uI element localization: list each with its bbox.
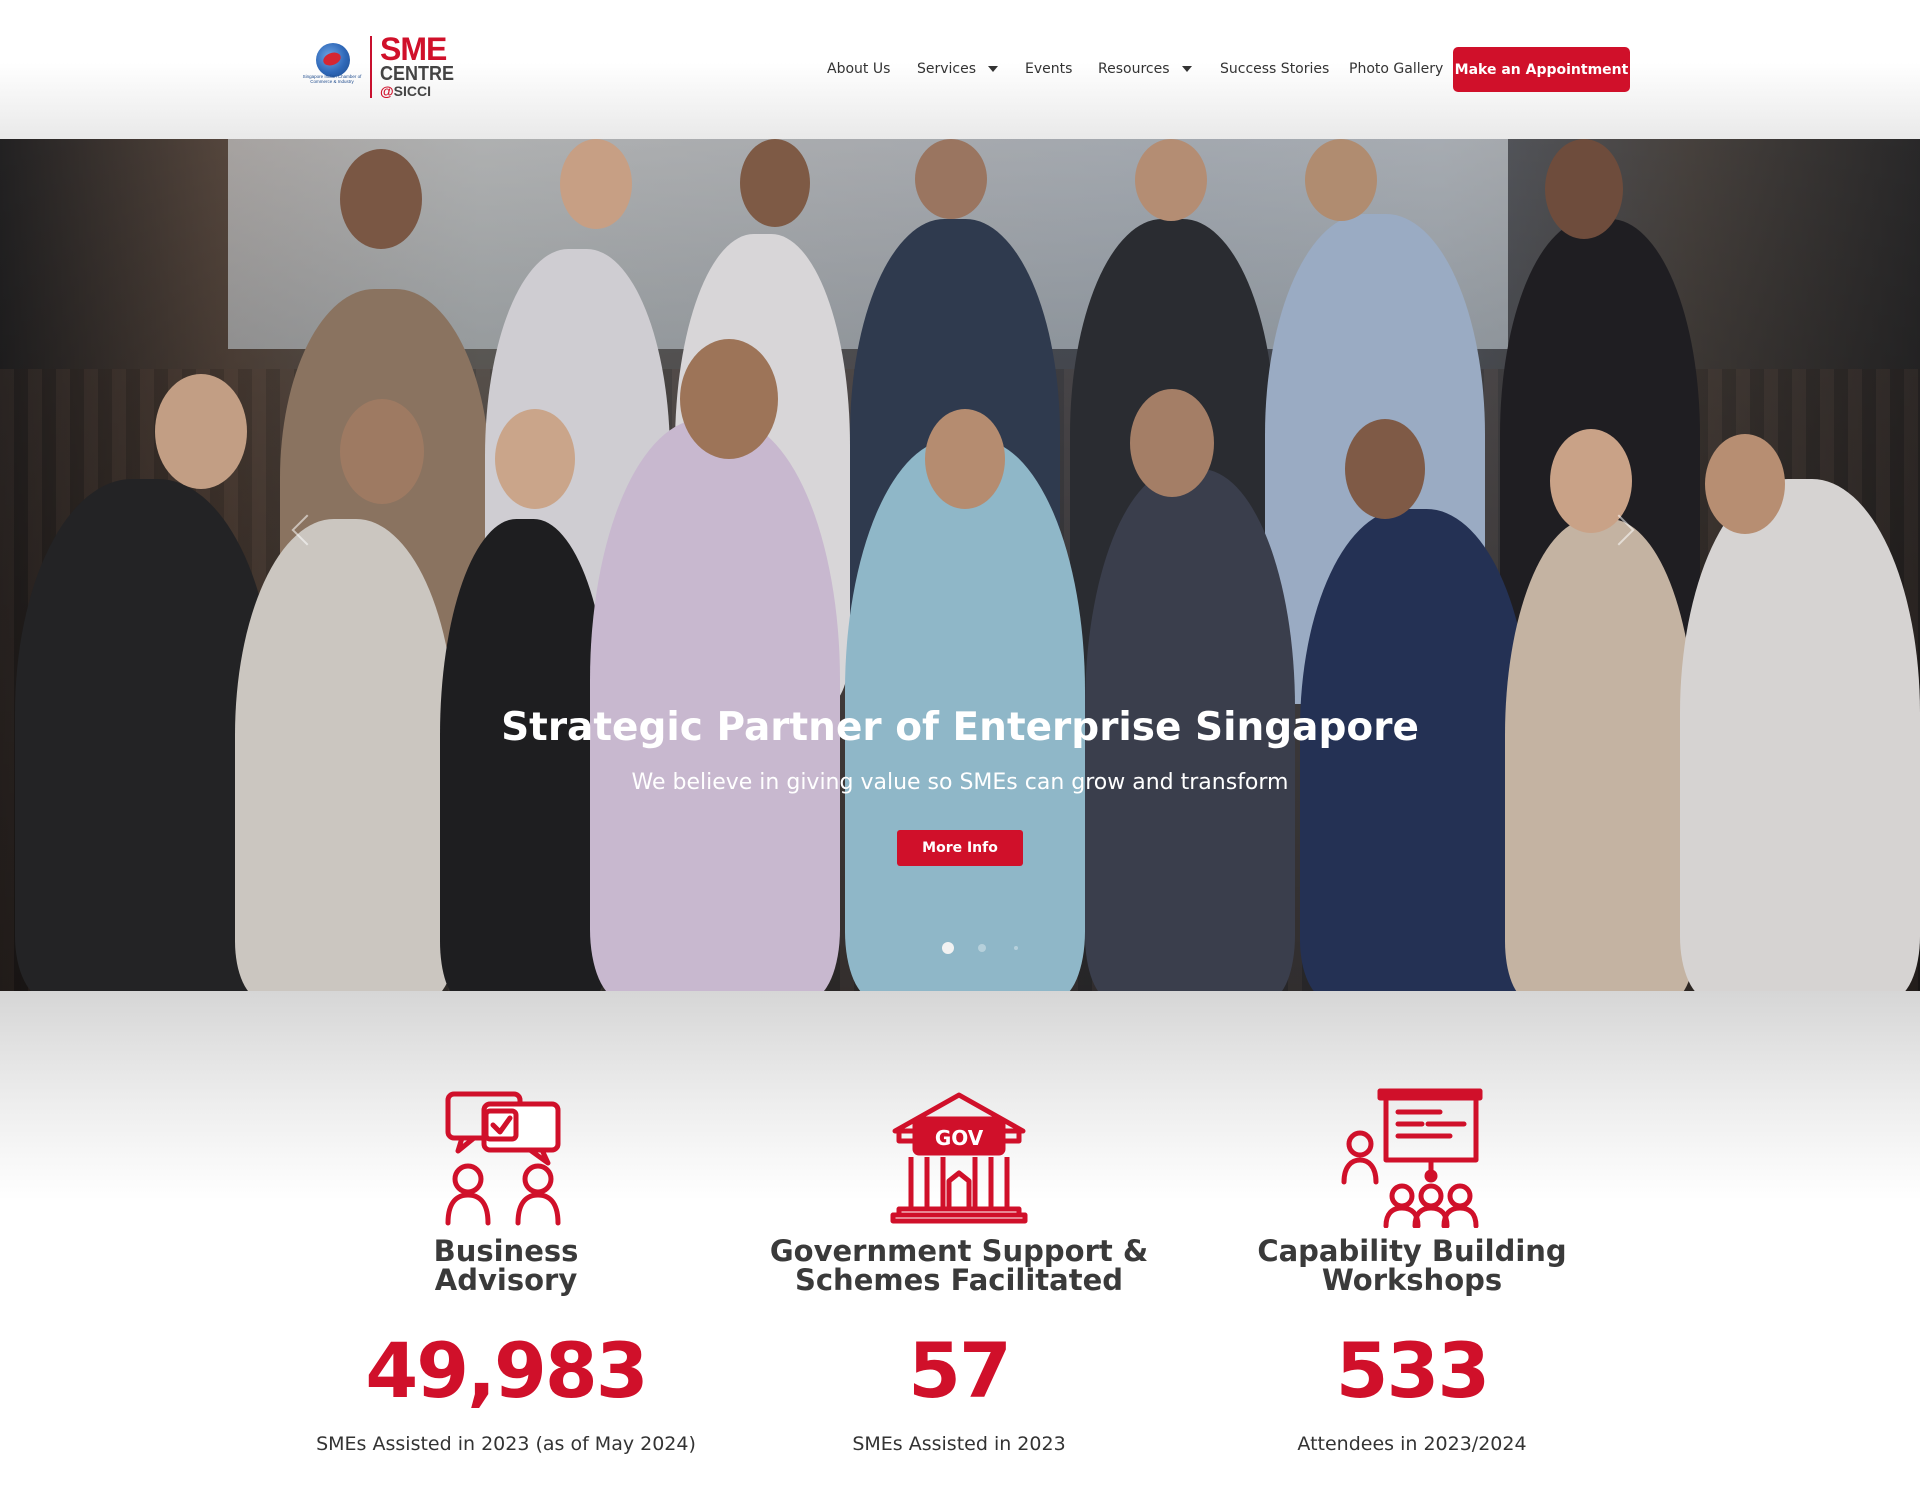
- gov-building-icon: GOV: [890, 1092, 1028, 1224]
- sicci-globe-icon: [316, 43, 350, 77]
- logo-divider: [370, 36, 372, 98]
- slider-dot-2[interactable]: [978, 944, 986, 952]
- nav-item-resources[interactable]: Resources: [1098, 47, 1192, 91]
- logo-sicci-text: @SICCI: [380, 84, 462, 98]
- stat-title: Business Advisory: [433, 1234, 579, 1297]
- stat-title: Capability Building Workshops: [1257, 1234, 1567, 1297]
- logo-at-sign: @: [380, 83, 394, 99]
- svg-text:GOV: GOV: [935, 1126, 984, 1150]
- nav-item-success-stories[interactable]: Success Stories: [1220, 47, 1329, 91]
- logo-sme-text: SME: [380, 31, 447, 67]
- stat-title: Government Support & Schemes Facilitated: [769, 1234, 1149, 1297]
- logo-wordmark: SME CENTRE @SICCI: [380, 31, 462, 98]
- chevron-down-icon: [1181, 66, 1192, 72]
- nav-label: Photo Gallery: [1349, 61, 1444, 77]
- workshop-presentation-icon: [1341, 1088, 1483, 1228]
- stat-value: 49,983: [365, 1326, 648, 1415]
- more-info-button[interactable]: More Info: [897, 830, 1023, 866]
- chevron-down-icon: [988, 66, 999, 72]
- nav-label: About Us: [827, 61, 891, 77]
- stat-caption: Attendees in 2023/2024: [1297, 1433, 1527, 1455]
- site-header: Singapore Indian Chamber of Commerce & I…: [0, 0, 1920, 139]
- stat-value: 57: [908, 1326, 1012, 1415]
- nav-label: Services: [917, 61, 977, 77]
- nav-item-events[interactable]: Events: [1025, 47, 1072, 91]
- stats-section: Business Advisory 49,983 SMEs Assisted i…: [0, 991, 1920, 1490]
- nav-label: Events: [1025, 61, 1073, 77]
- stat-value: 533: [1335, 1326, 1491, 1415]
- slider-dot-3[interactable]: [1014, 946, 1018, 950]
- logo-centre-text: CENTRE: [380, 63, 455, 85]
- nav-item-services[interactable]: Services: [917, 47, 999, 91]
- hero-slider: Strategic Partner of Enterprise Singapor…: [0, 139, 1920, 991]
- logo-org-caption: Singapore Indian Chamber of Commerce & I…: [302, 74, 362, 84]
- stat-caption: SMEs Assisted in 2023 (as of May 2024): [316, 1433, 696, 1455]
- make-appointment-button[interactable]: Make an Appointment: [1453, 47, 1630, 92]
- nav-label: Success Stories: [1220, 61, 1330, 77]
- nav-item-about-us[interactable]: About Us: [827, 47, 890, 91]
- slider-dot-1[interactable]: [942, 942, 954, 954]
- hero-title: Strategic Partner of Enterprise Singapor…: [501, 705, 1419, 750]
- stat-caption: SMEs Assisted in 2023: [852, 1433, 1066, 1455]
- advisory-chat-people-icon: [445, 1091, 561, 1226]
- logo-sicci-label: SICCI: [393, 83, 431, 99]
- site-logo[interactable]: Singapore Indian Chamber of Commerce & I…: [300, 33, 454, 100]
- nav-item-photo-gallery[interactable]: Photo Gallery: [1349, 47, 1443, 91]
- hero-subtitle: We believe in giving value so SMEs can g…: [631, 770, 1289, 795]
- nav-label: Resources: [1098, 61, 1170, 77]
- slider-pagination: [942, 942, 1018, 954]
